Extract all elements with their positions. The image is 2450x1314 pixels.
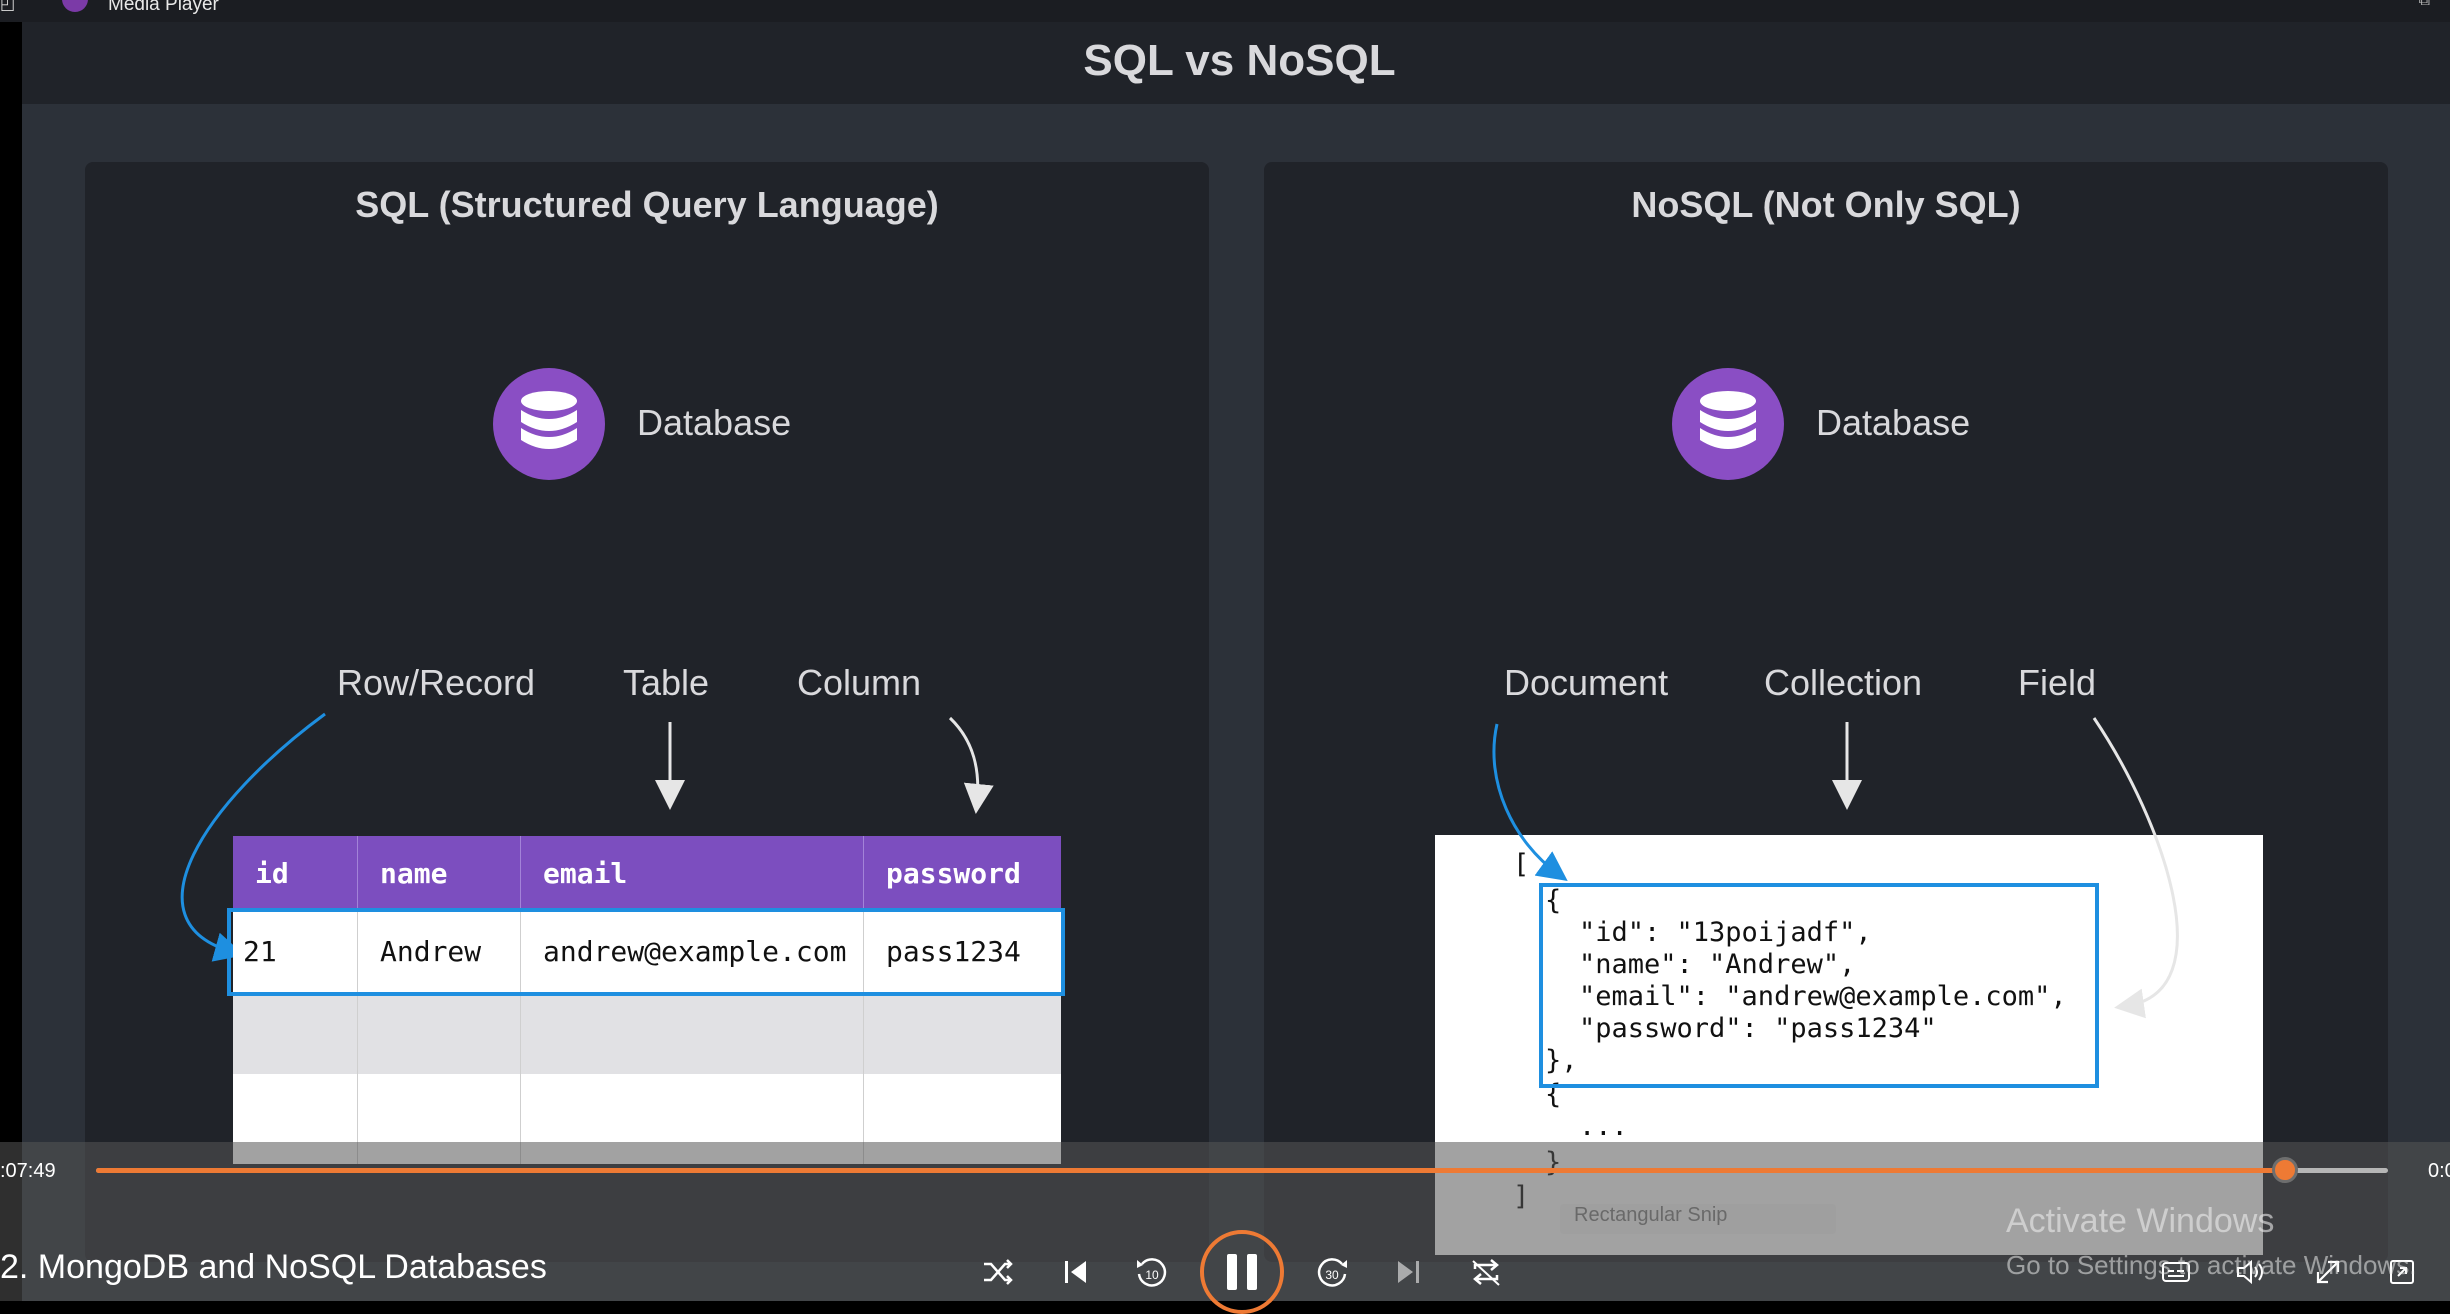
svg-text:10: 10	[1145, 1268, 1159, 1282]
video-title: 2. MongoDB and NoSQL Databases	[0, 1248, 547, 1286]
svg-text:30: 30	[1325, 1268, 1339, 1282]
window-menu-icon[interactable]: ◰	[0, 0, 15, 14]
table-cell	[357, 992, 521, 1074]
video-frame[interactable]: SQL vs NoSQL SQL (Structured Query Langu…	[22, 0, 2450, 1301]
forward-30-icon[interactable]: 30	[1308, 1248, 1356, 1296]
column-header: password	[863, 836, 1061, 910]
repeat-icon[interactable]	[1462, 1248, 1510, 1296]
pause-icon	[1227, 1254, 1237, 1290]
table-cell	[520, 992, 864, 1074]
previous-icon[interactable]	[1052, 1248, 1100, 1296]
seek-bar[interactable]	[96, 1157, 2388, 1183]
column-header: id	[233, 836, 358, 910]
sql-panel: SQL (Structured Query Language) Database…	[85, 162, 1209, 1262]
seek-progress	[96, 1168, 2285, 1173]
table-cell	[863, 992, 1061, 1074]
nosql-panel: NoSQL (Not Only SQL) Database Document C…	[1264, 162, 2388, 1262]
table-header-row: id name email password	[233, 836, 1061, 910]
slide-title: SQL vs NoSQL	[1083, 36, 1396, 85]
seek-thumb[interactable]	[2271, 1157, 2298, 1183]
rewind-10-icon[interactable]: 10	[1128, 1248, 1176, 1296]
nosql-arrows	[1492, 717, 2179, 1019]
sql-table: id name email password 21 Andrew andrew@…	[233, 836, 1061, 1164]
column-arrow	[948, 716, 994, 814]
activation-watermark-title: Activate Windows	[2006, 1202, 2275, 1240]
remaining-time: 0:0	[2428, 1160, 2450, 1182]
row-highlight-box	[227, 908, 1065, 996]
table-row	[233, 992, 1061, 1074]
slide-header: SQL vs NoSQL	[22, 22, 2450, 104]
document-arrow	[1492, 723, 1568, 882]
next-icon[interactable]	[1384, 1248, 1432, 1296]
activation-watermark-subtitle: Go to Settings to activate Windows.	[2006, 1250, 2417, 1280]
pause-icon	[1247, 1254, 1257, 1290]
column-header: email	[520, 836, 864, 910]
restore-icon[interactable]: ⧉	[2419, 0, 2430, 10]
shuffle-icon[interactable]	[974, 1248, 1022, 1296]
snip-tooltip: Rectangular Snip	[1560, 1204, 1836, 1234]
pause-button[interactable]	[1200, 1230, 1284, 1314]
field-arrow	[2092, 717, 2179, 1019]
column-header: name	[357, 836, 521, 910]
title-bar: ◰ Media Player ⧉	[0, 0, 2450, 22]
elapsed-time: :07:49	[0, 1160, 56, 1182]
app-icon	[62, 0, 88, 12]
table-cell	[233, 992, 358, 1074]
app-name: Media Player	[108, 0, 219, 15]
